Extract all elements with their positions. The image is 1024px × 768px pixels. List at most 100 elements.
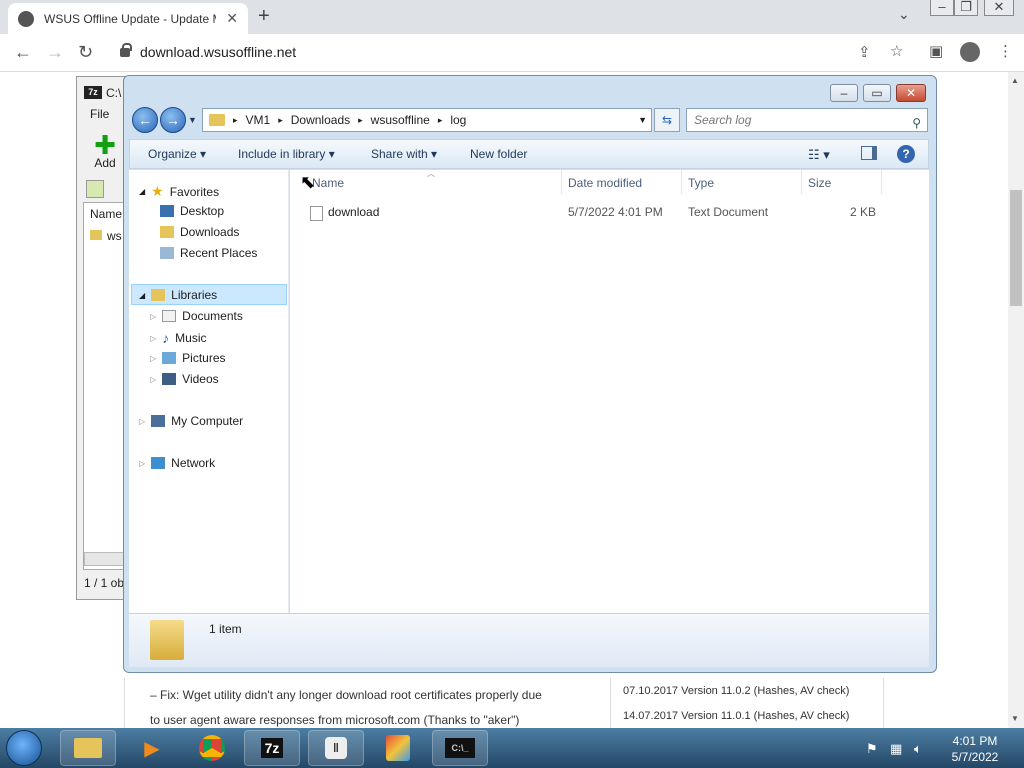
breadcrumb-item[interactable]: wsusoffline [371,113,430,127]
close-window-button[interactable]: ✕ [896,84,926,102]
volume-icon[interactable]: 🔈︎ [914,741,922,757]
start-button[interactable] [6,730,42,766]
system-clock[interactable]: 4:01 PM 5/7/2022 [940,733,1010,765]
forward-arrow-icon[interactable]: → [46,42,64,63]
bookmark-star-icon[interactable]: ☆ [890,42,903,60]
new-tab-button[interactable]: + [258,5,270,28]
address-bar[interactable]: download.wsusoffline.net [112,38,912,66]
browser-tab[interactable]: WSUS Offline Update - Update M ✕ [8,3,248,34]
sevenzip-hscroll[interactable] [84,552,124,566]
sevenzip-app-icon: 7z [84,86,102,99]
clock-date: 5/7/2022 [951,750,999,764]
recent-places-icon [160,247,174,259]
maximize-window-button[interactable]: ▭ [863,84,891,102]
file-name: download [328,205,380,219]
sevenzip-menu-file[interactable]: File [90,107,109,121]
file-list [290,170,929,613]
menu-dots-icon[interactable]: ⋮ [998,42,1013,60]
network-tray-icon[interactable]: ▦ [890,741,902,757]
breadcrumb-item[interactable]: VM1 [246,113,271,127]
pause-app-taskbar-button[interactable]: ‖ [308,730,364,766]
close-browser-button[interactable]: ✕ [984,0,1014,16]
help-icon[interactable]: ? [897,145,915,163]
column-header-date-modified[interactable]: Date modified [568,176,642,190]
column-header-name[interactable]: Name [312,176,344,190]
breadcrumb-item[interactable]: log [450,113,466,127]
reload-icon[interactable]: ↻ [78,42,93,63]
changelog-line: – Fix: Wget utility didn't any longer do… [150,688,542,702]
minimize-window-button[interactable]: – [830,84,858,102]
restore-browser-button[interactable]: ❐ [954,0,978,16]
music-icon: ♪ [162,330,170,346]
nav-recent-places[interactable]: Recent Places [160,246,257,260]
tab-title: WSUS Offline Update - Update M [44,11,217,26]
scrollbar-thumb[interactable] [1010,190,1022,306]
version-link[interactable]: 14.07.2017 Version 11.0.1 (Hashes, AV ch… [623,710,849,722]
back-button[interactable]: ← [132,107,158,133]
sevenzip-column-name[interactable]: Name [90,207,122,221]
refresh-button[interactable]: ⇆ [654,108,680,132]
play-icon: ▶ [144,737,160,760]
address-dropdown-icon[interactable]: ▼ [638,115,647,125]
view-options-icon[interactable]: ☷ ▾ [808,147,830,163]
tab-search-chevron-icon[interactable]: ⌄ [898,6,910,23]
scroll-up-icon[interactable]: ▲ [1011,76,1019,85]
preview-pane-icon[interactable] [861,146,877,160]
breadcrumb[interactable]: ▸ VM1 ▸ Downloads ▸ wsusoffline ▸ log ▼ [202,108,652,132]
share-with-menu[interactable]: Share with ▾ [371,147,437,161]
lock-icon [120,42,132,57]
text-file-icon [310,206,323,221]
forward-button[interactable]: → [160,107,186,133]
nav-music[interactable]: ▷ ♪ Music [150,330,207,346]
action-center-flag-icon[interactable]: ⚑ [866,741,878,757]
pause-icon: ‖ [325,737,347,759]
nav-pictures[interactable]: ▷ Pictures [150,351,226,365]
cmd-taskbar-button[interactable]: C:\_ [432,730,488,766]
wsus-taskbar-button[interactable] [370,730,426,766]
console-icon: C:\_ [445,738,475,758]
nav-libraries[interactable]: ◢ Libraries [139,288,217,302]
nav-downloads[interactable]: Downloads [160,225,239,239]
minimize-browser-button[interactable]: – [930,0,954,16]
column-header-type[interactable]: Type [688,176,714,190]
nav-my-computer[interactable]: ▷ My Computer [139,414,243,428]
tab-close-icon[interactable]: ✕ [226,10,238,27]
details-pane [129,613,929,667]
organize-menu[interactable]: Organize ▾ [148,147,206,161]
network-icon [151,457,166,469]
folder-icon [90,230,102,240]
sevenzip-add-button[interactable]: ✚ Add [90,132,120,174]
nav-network[interactable]: ▷ Network [139,456,215,470]
new-folder-button[interactable]: New folder [470,147,527,161]
column-header-size[interactable]: Size [808,176,831,190]
chrome-taskbar-button[interactable] [184,730,240,766]
nav-favorites[interactable]: ◢ ★ Favorites [139,183,219,200]
sevenzip-taskbar-button[interactable]: 7z [244,730,300,766]
page-scrollbar[interactable] [1008,72,1024,728]
back-arrow-icon[interactable]: ← [14,42,32,63]
search-icon: ⚲ [912,116,921,130]
desktop-icon [160,205,174,217]
search-input[interactable]: Search log ⚲ [686,108,928,132]
url-text: download.wsusoffline.net [140,44,297,60]
explorer-taskbar-button[interactable] [60,730,116,766]
breadcrumb-item[interactable]: Downloads [291,113,350,127]
side-panel-icon[interactable]: ▣ [929,42,943,60]
version-link[interactable]: 07.10.2017 Version 11.0.2 (Hashes, AV ch… [623,685,849,697]
recent-pages-chevron-icon[interactable]: ▼ [188,115,197,125]
media-player-taskbar-button[interactable]: ▶ [124,730,180,766]
up-folder-icon[interactable] [86,180,104,198]
sort-indicator-icon: ︿ [427,169,435,178]
share-icon[interactable]: ⇪ [858,43,871,61]
nav-videos[interactable]: ▷ Videos [150,372,219,386]
profile-avatar-icon[interactable] [960,42,980,62]
nav-desktop[interactable]: Desktop [160,204,224,218]
sevenzip-item[interactable]: ws [107,229,122,243]
file-date: 5/7/2022 4:01 PM [568,205,663,219]
scroll-down-icon[interactable]: ▼ [1011,714,1019,723]
include-in-library-menu[interactable]: Include in library ▾ [238,147,335,161]
table-row[interactable]: download 5/7/2022 4:01 PM Text Document … [300,205,880,223]
nav-documents[interactable]: ▷ Documents [150,309,243,323]
videos-icon [162,373,177,385]
sevenzip-status: 1 / 1 ob [84,576,125,590]
